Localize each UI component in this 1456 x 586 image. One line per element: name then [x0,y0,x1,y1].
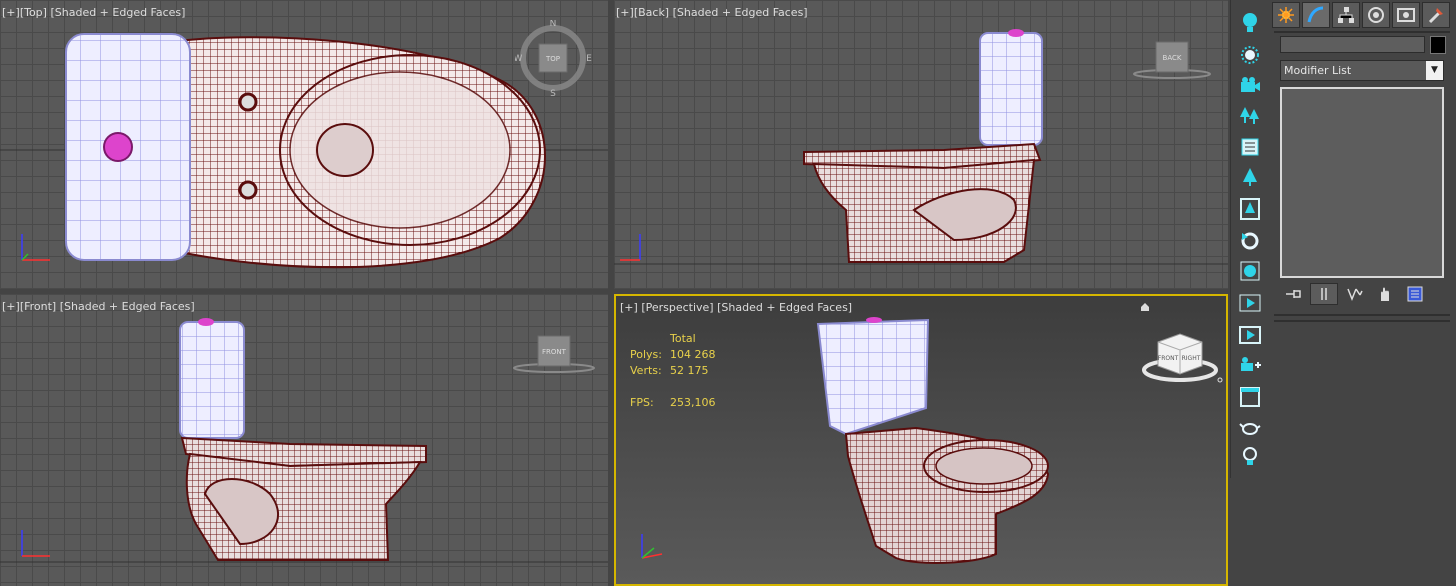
configure-modifier-sets-icon[interactable] [1402,284,1428,304]
teapot-icon[interactable] [1235,414,1265,440]
window-icon[interactable] [1235,384,1265,410]
modifier-stack-toolbar [1280,283,1450,305]
viewcube-perspective-left-label: FRONT [1158,355,1179,362]
viewport-label-top: [+][Top] [Shaded + Edged Faces] [2,6,185,19]
chevron-down-icon[interactable]: ▼ [1426,61,1443,80]
viewcube-front[interactable]: FRONT [512,334,596,379]
home-icon[interactable] [1140,302,1150,315]
viewport-statistics: Total Polys: 104 268 Verts: 52 175 FPS: 253… [630,332,716,412]
tree-icon[interactable] [1235,164,1265,190]
lightbulb-icon[interactable] [1235,444,1265,470]
axis-tripod-front [21,530,50,557]
refresh-icon[interactable] [1235,228,1265,254]
stats-polys-label: Polys: [630,348,662,361]
viewport-label-perspective: [+] [Perspective] [Shaded + Edged Faces] [620,301,852,314]
axis-tripod-perspective [641,534,663,559]
compass-s: S [550,89,556,99]
viewport-view-menu-front[interactable]: [Front] [20,300,56,313]
utilities-tab[interactable] [1422,2,1450,28]
viewport-shading-menu-back[interactable]: [Shaded + Edged Faces] [673,6,808,19]
viewport-front[interactable]: FRONT [+][Front] [Shaded + Edged Faces] [0,294,608,586]
show-end-result-icon[interactable] [1310,283,1338,305]
pin-stack-icon[interactable] [1280,284,1306,304]
viewport-layout-toolbar [1230,0,1269,478]
viewport-view-menu-back[interactable]: [Back] [634,6,669,19]
viewport-plus-menu-top[interactable]: [+] [2,6,20,19]
panel-divider-2 [1274,320,1450,322]
camera-icon[interactable] [1235,72,1265,98]
sun-icon[interactable] [1235,42,1265,68]
modify-tab[interactable] [1302,2,1330,28]
compass-w: W [515,54,523,64]
remove-modifier-icon[interactable] [1372,284,1398,304]
axis-tripod-back [620,234,641,261]
play-icon[interactable] [1235,290,1265,316]
viewcube-perspective[interactable]: FRONT RIGHT [1136,318,1226,391]
object-name-field[interactable] [1280,36,1425,53]
motion-tab[interactable] [1362,2,1390,28]
stats-header: Total [670,332,696,345]
command-panel-tabs [1270,2,1456,30]
viewport-view-menu-perspective[interactable]: [Perspective] [641,301,713,314]
play-frame-icon[interactable] [1235,322,1265,348]
viewport-plus-menu-perspective[interactable]: [+] [620,301,638,314]
viewport-top[interactable]: TOP N S E W [+][Top] [Shaded + Edged Fac… [0,0,608,289]
viewport-label-back: [+][Back] [Shaded + Edged Faces] [616,6,808,19]
object-color-swatch[interactable] [1430,36,1446,54]
stats-verts-label: Verts: [630,364,662,377]
panel-divider-1 [1274,314,1450,316]
viewport-back[interactable]: BACK [+][Back] [Shaded + Edged Faces] [614,0,1228,289]
stats-polys-value: 104 268 [670,348,716,361]
camera-add-icon[interactable] [1235,352,1265,378]
viewcube-back-label: BACK [1163,54,1182,62]
display-tab[interactable] [1392,2,1420,28]
create-tab[interactable] [1272,2,1300,28]
viewport-view-menu-top[interactable]: [Top] [20,6,47,19]
viewport-shading-menu-front[interactable]: [Shaded + Edged Faces] [60,300,195,313]
viewcube-back[interactable]: BACK [1132,38,1212,83]
command-panel: Modifier List ▼ [1270,0,1456,586]
viewport-perspective[interactable]: Total Polys: 104 268 Verts: 52 175 FPS: 253… [614,294,1228,586]
modifier-list-dropdown[interactable]: Modifier List ▼ [1280,60,1444,81]
axis-tripod-top [21,234,50,261]
page-icon[interactable] [1235,134,1265,160]
viewport-shading-menu-top[interactable]: [Shaded + Edged Faces] [50,6,185,19]
bulb-icon[interactable] [1235,10,1265,36]
compass-e: E [586,54,592,64]
modifier-list-label: Modifier List [1284,64,1352,77]
modifier-stack[interactable] [1280,87,1444,278]
compass-n: N [550,20,557,29]
stats-fps-value: 253,106 [670,396,716,409]
tabbar-divider [1274,31,1450,33]
stats-fps-label: FPS: [630,396,654,409]
make-unique-icon[interactable] [1342,284,1368,304]
viewport-shading-menu-perspective[interactable]: [Shaded + Edged Faces] [717,301,852,314]
viewcube-front-label: FRONT [542,348,567,356]
viewport-plus-menu-front[interactable]: [+] [2,300,20,313]
trees-icon[interactable] [1235,102,1265,128]
tree-frame-icon[interactable] [1235,196,1265,222]
stats-verts-value: 52 175 [670,364,709,377]
sphere-icon[interactable] [1235,258,1265,284]
hierarchy-tab[interactable] [1332,2,1360,28]
viewport-plus-menu-back[interactable]: [+] [616,6,634,19]
viewcube-perspective-right-label: RIGHT [1182,355,1201,362]
viewcube-top-label: TOP [545,55,560,63]
viewport-label-front: [+][Front] [Shaded + Edged Faces] [2,300,195,313]
viewcube-top[interactable]: TOP N S E W [514,19,595,103]
